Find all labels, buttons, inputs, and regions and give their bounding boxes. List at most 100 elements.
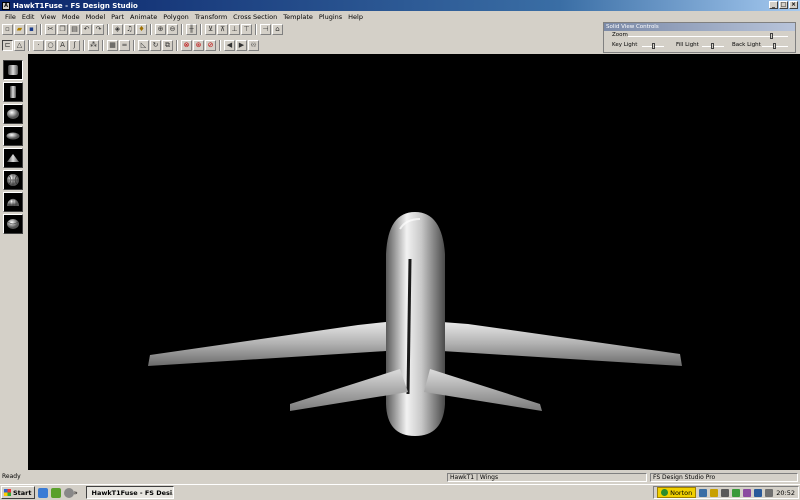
line-icon[interactable]: ═ <box>119 39 130 51</box>
fuselage <box>386 212 445 436</box>
toolbar-separator <box>219 39 221 51</box>
title-bar: A HawkT1Fuse - FS Design Studio _ □ × <box>0 0 800 11</box>
properties-icon[interactable]: ◈ <box>112 23 123 35</box>
close-button[interactable]: × <box>789 1 798 9</box>
toolbar-separator <box>200 23 202 35</box>
stop-icon[interactable]: ⊛ <box>193 39 204 51</box>
update-icon[interactable] <box>732 488 741 497</box>
redo-icon[interactable]: ↷ <box>93 23 104 35</box>
zoom-row: Zoom <box>604 31 795 41</box>
start-button[interactable]: Start <box>1 486 35 499</box>
3d-viewport[interactable] <box>28 54 800 470</box>
wizard-icon[interactable]: ♦ <box>136 23 147 35</box>
wedge-icon[interactable] <box>3 148 23 168</box>
ie-icon[interactable] <box>37 487 48 498</box>
ellipse-icon[interactable] <box>3 126 23 146</box>
align-icon[interactable]: ⊤ <box>241 23 252 35</box>
zoom-slider-track[interactable] <box>628 36 788 37</box>
maximize-button[interactable]: □ <box>779 1 788 9</box>
desktop-icon[interactable] <box>50 487 61 498</box>
fit-icon[interactable]: ⧉ <box>162 39 173 51</box>
printer-icon[interactable] <box>765 488 774 497</box>
menu-edit[interactable]: Edit <box>19 13 38 21</box>
paste-icon[interactable]: ▤ <box>69 23 80 35</box>
norton-label: Norton <box>670 488 693 497</box>
toolbar-separator <box>133 39 135 51</box>
key-light-label: Key Light <box>612 42 638 48</box>
point-icon[interactable]: · <box>33 39 44 51</box>
solid-view-controls-panel: Solid View Controls Zoom Key Light Fill … <box>603 22 796 53</box>
binoculars-icon[interactable]: ♾ <box>248 39 259 51</box>
aircraft-model <box>148 212 682 436</box>
security-icon[interactable] <box>710 488 719 497</box>
axis-icon[interactable]: ⊻ <box>205 23 216 35</box>
taskbar-app-button[interactable]: HawkT1Fuse - FS Desi... <box>85 486 174 499</box>
undo-icon[interactable]: ↶ <box>81 23 92 35</box>
menu-file[interactable]: File <box>2 13 19 21</box>
animate-icon[interactable]: ♫ <box>124 23 135 35</box>
menu-part[interactable]: Part <box>108 13 127 21</box>
media-icon[interactable] <box>63 487 74 498</box>
front-view-icon[interactable]: ⊣ <box>260 23 271 35</box>
prev-icon[interactable]: ◀ <box>224 39 235 51</box>
menu-plugins[interactable]: Plugins <box>316 13 345 21</box>
network-icon[interactable] <box>699 488 708 497</box>
menu-animate[interactable]: Animate <box>127 13 160 21</box>
cylinder-icon[interactable] <box>3 82 23 102</box>
pattern-icon[interactable]: ▦ <box>107 39 118 51</box>
app-icon[interactable]: A <box>2 1 10 10</box>
primitive-palette <box>0 54 28 470</box>
copy-icon[interactable]: ❐ <box>57 23 68 35</box>
circle-icon[interactable]: ○ <box>45 39 56 51</box>
dome-icon[interactable] <box>3 192 23 212</box>
menu-polygon[interactable]: Polygon <box>160 13 192 21</box>
side-view-icon[interactable]: ⌂ <box>272 23 283 35</box>
menu-template[interactable]: Template <box>280 13 316 21</box>
open-icon[interactable]: ▰ <box>14 23 25 35</box>
play-red-icon[interactable]: ⊘ <box>205 39 216 51</box>
quicklaunch-chevron-icon[interactable]: » <box>74 489 82 497</box>
toolbar-separator <box>181 23 183 35</box>
text-icon[interactable]: A <box>57 39 68 51</box>
cut-icon[interactable]: ✂ <box>45 23 56 35</box>
status-ready: Ready <box>2 473 21 480</box>
new-icon[interactable]: ▫ <box>2 23 13 35</box>
hemisphere-icon[interactable] <box>3 214 23 234</box>
window-title: HawkT1Fuse - FS Design Studio <box>13 1 138 10</box>
minimize-button[interactable]: _ <box>769 1 778 9</box>
messenger-icon[interactable] <box>754 488 763 497</box>
snap-icon[interactable]: ⊼ <box>217 23 228 35</box>
zoom-out-icon[interactable]: ⊖ <box>167 23 178 35</box>
rotate-icon[interactable]: ʃ <box>69 39 80 51</box>
menu-transform[interactable]: Transform <box>192 13 230 21</box>
menu-mode[interactable]: Mode <box>59 13 83 21</box>
menu-cross-section[interactable]: Cross Section <box>230 13 280 21</box>
record-icon[interactable]: ⊗ <box>181 39 192 51</box>
sphere-icon[interactable] <box>3 104 23 124</box>
display-icon[interactable] <box>743 488 752 497</box>
norton-button[interactable]: Norton <box>657 487 697 498</box>
refresh-icon[interactable]: ↻ <box>150 39 161 51</box>
mirror-icon[interactable]: ⊥ <box>229 23 240 35</box>
key-light-thumb[interactable] <box>652 43 656 49</box>
zoom-slider-thumb[interactable] <box>770 33 773 39</box>
main-toolbar: ▫ ▰ ▪ ✂ ❐ ▤ ↶ ↷ ◈ ♫ ♦ ⊕ ⊖ ╫ ⊻ ⊼ ⊥ ⊤ ⊣ ⌂ <box>2 22 283 36</box>
toolbar-separator <box>107 23 109 35</box>
next-icon[interactable]: ▶ <box>236 39 247 51</box>
menu-view[interactable]: View <box>37 13 58 21</box>
shade-icon[interactable]: ◺ <box>138 39 149 51</box>
back-light-thumb[interactable] <box>773 43 776 49</box>
save-icon[interactable]: ▪ <box>26 23 37 35</box>
globe-icon[interactable] <box>3 170 23 190</box>
grid-icon[interactable]: ╫ <box>186 23 197 35</box>
zoom-in-icon[interactable]: ⊕ <box>155 23 166 35</box>
menu-help[interactable]: Help <box>345 13 366 21</box>
select-icon[interactable]: ⊏ <box>2 39 13 51</box>
volume-icon[interactable] <box>721 488 730 497</box>
grid-toggle-icon[interactable]: ⁂ <box>88 39 99 51</box>
menu-model[interactable]: Model <box>83 13 109 21</box>
triangle-icon[interactable]: △ <box>14 39 25 51</box>
box-icon[interactable] <box>3 60 23 80</box>
toolbar-separator <box>102 39 104 51</box>
fill-light-thumb[interactable] <box>711 43 714 49</box>
